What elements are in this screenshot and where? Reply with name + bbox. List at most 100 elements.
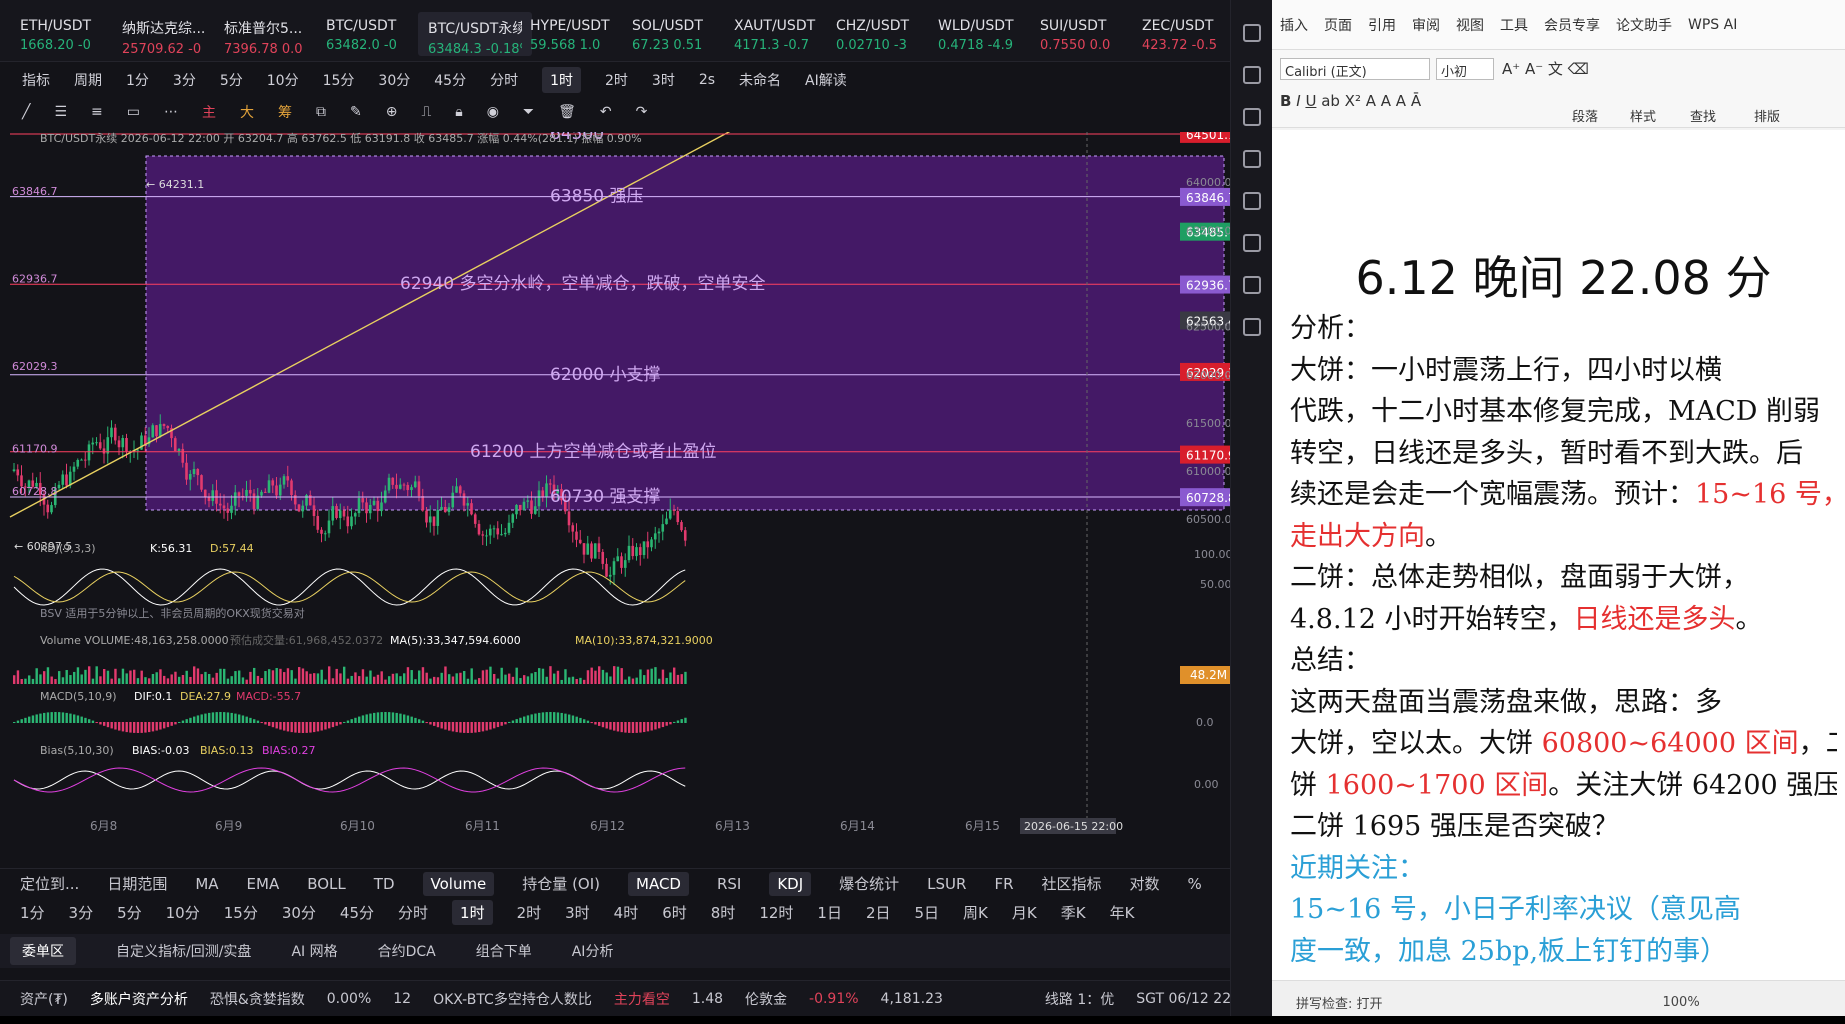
tab-item[interactable]: 2日 <box>866 902 891 923</box>
swap-icon[interactable] <box>1242 318 1261 336</box>
tab-item[interactable]: 季K <box>1061 902 1086 923</box>
toolbar-item[interactable]: 2时 <box>605 70 628 90</box>
rect-tool-icon[interactable]: ▭ <box>127 104 140 120</box>
ticker-8[interactable]: CHZ/USDT 0.02710 -3 <box>826 12 940 56</box>
tab-item[interactable]: 10分 <box>166 902 200 923</box>
tab-item[interactable]: 委单区 <box>10 937 76 965</box>
tab-item[interactable]: 8时 <box>711 902 736 923</box>
wps-menu-item[interactable]: 页面 <box>1324 15 1352 35</box>
ticker-10[interactable]: SUI/USDT 0.7550 0.0 <box>1030 12 1144 56</box>
ticker-0[interactable]: ETH/USDT 1668.20 -0 <box>10 12 124 56</box>
filter-icon[interactable]: ⏷ <box>523 104 534 120</box>
font-select[interactable]: Calibri (正文) <box>1280 58 1430 80</box>
tab-item[interactable]: 12时 <box>759 902 793 923</box>
format-tools[interactable]: B I U ab X² A A A Ā <box>1280 92 1421 110</box>
ticker-11[interactable]: ZEC/USDT 423.72 -0.5 <box>1132 12 1246 56</box>
toolbar-item[interactable]: 45分 <box>434 70 466 90</box>
kline-chart[interactable]: 6450063850 强压62940 多空分水岭，空单减仓，跌破，空单安全620… <box>0 122 1248 862</box>
toolbar-item[interactable]: 1分 <box>126 70 149 90</box>
card-icon[interactable] <box>1242 234 1261 252</box>
tab-item[interactable]: 3时 <box>565 902 590 923</box>
robot-icon[interactable] <box>1242 276 1261 294</box>
tab-item[interactable]: KDJ <box>769 871 812 896</box>
magnet-icon[interactable]: ⊕ <box>386 104 398 120</box>
tab-item[interactable]: 4时 <box>614 902 639 923</box>
tab-item[interactable]: 3分 <box>69 902 94 923</box>
tab-item[interactable]: 日期范围 <box>107 873 167 894</box>
tab-item[interactable]: 2时 <box>517 902 542 923</box>
ticker-5[interactable]: HYPE/USDT 59.568 1.0 <box>520 12 634 56</box>
ticker-1[interactable]: 纳斯达克综... 25709.62 -0 <box>112 12 226 57</box>
wps-menu-item[interactable]: 视图 <box>1456 15 1484 35</box>
trash-icon[interactable]: 🗑︎ <box>558 104 576 120</box>
chip-tag[interactable]: 筹 <box>278 102 292 122</box>
tab-item[interactable]: 合约DCA <box>378 941 436 961</box>
toolbar-item[interactable]: 10分 <box>267 70 299 90</box>
toolbar-item[interactable]: 3分 <box>173 70 196 90</box>
ticker-3[interactable]: BTC/USDT 63482.0 -0 <box>316 12 430 56</box>
multi-account[interactable]: 多账户资产分析 <box>90 989 188 1009</box>
wps-menu-item[interactable]: 工具 <box>1500 15 1528 35</box>
tab-item[interactable]: 6时 <box>662 902 687 923</box>
tab-item[interactable]: AI 网格 <box>291 941 337 961</box>
tab-item[interactable]: 社区指标 <box>1042 873 1102 894</box>
tab-item[interactable]: TD <box>374 875 395 893</box>
tab-item[interactable]: 30分 <box>282 902 316 923</box>
channel-tool-icon[interactable]: ≡ <box>91 104 103 120</box>
asset-label[interactable]: 资产(₮) <box>20 989 68 1009</box>
tab-item[interactable]: % <box>1188 875 1202 893</box>
document-page[interactable]: 6.12 晚间 22.08 分 分析： 大饼：一小时震荡上行，四小时以横 代跌，十… <box>1272 130 1845 980</box>
toolbar-item[interactable]: 15分 <box>323 70 355 90</box>
tab-item[interactable]: 月K <box>1012 902 1037 923</box>
doc-icon[interactable] <box>1242 66 1261 84</box>
big-tag[interactable]: 大 <box>240 102 254 122</box>
wps-menu-item[interactable]: 审阅 <box>1412 15 1440 35</box>
chart-area[interactable]: 64500 63850 强压 62940 多空分水岭，空单减仓，跌破，空单安全 620… <box>0 122 1248 862</box>
tab-item[interactable]: 分时 <box>398 902 428 923</box>
pen-tool-icon[interactable]: ✎ <box>350 104 362 120</box>
style-label[interactable]: 样式 <box>1630 106 1656 125</box>
ticker-9[interactable]: WLD/USDT 0.4718 -4.9 <box>928 12 1042 56</box>
tab-item[interactable]: MA <box>195 875 218 893</box>
toolbar-item[interactable]: 3时 <box>652 70 675 90</box>
find-label[interactable]: 查找 <box>1690 106 1716 125</box>
line-status[interactable]: 线路 1：优 <box>1045 989 1114 1009</box>
hline-tool-icon[interactable]: ☰ <box>54 104 67 120</box>
tab-item[interactable]: BOLL <box>307 875 346 893</box>
tab-item[interactable]: 15分 <box>224 902 258 923</box>
toolbar-item[interactable]: 指标 <box>22 70 50 90</box>
tab-item[interactable]: EMA <box>247 875 280 893</box>
tab-item[interactable]: 1日 <box>817 902 842 923</box>
tab-item[interactable]: 自定义指标/回测/实盘 <box>116 941 251 961</box>
tab-item[interactable]: Volume <box>422 871 495 896</box>
wallet-icon[interactable] <box>1242 108 1261 126</box>
monitor-icon[interactable] <box>1242 192 1261 210</box>
tab-item[interactable]: FR <box>994 875 1013 893</box>
wps-menu-item[interactable]: 会员专享 <box>1544 15 1600 35</box>
tab-item[interactable]: 5分 <box>117 902 142 923</box>
chart-icon[interactable] <box>1242 150 1261 168</box>
toolbar-item[interactable]: 1时 <box>542 67 581 93</box>
ticker-6[interactable]: SOL/USDT 67.23 0.51 <box>622 12 736 56</box>
list-icon[interactable] <box>1242 24 1261 42</box>
tab-item[interactable]: 组合下单 <box>476 941 532 961</box>
tab-item[interactable]: 1分 <box>20 902 45 923</box>
toolbar-item[interactable]: 2s <box>699 72 715 88</box>
tab-item[interactable]: AI分析 <box>572 941 614 961</box>
tab-item[interactable]: 持仓量 (OI) <box>522 873 600 894</box>
ruler-icon[interactable]: ⎍ <box>421 104 431 120</box>
layout-label[interactable]: 排版 <box>1754 106 1780 125</box>
spellcheck-status[interactable]: 拼写检查: 打开 <box>1296 993 1383 1012</box>
tab-item[interactable]: 对数 <box>1130 873 1160 894</box>
wps-menu-item[interactable]: 论文助手 <box>1616 15 1672 35</box>
tab-item[interactable]: 定位到... <box>20 873 79 894</box>
wps-menu-item[interactable]: WPS AI <box>1688 17 1737 33</box>
toolbar-item[interactable]: 5分 <box>220 70 243 90</box>
redo-icon[interactable]: ↷ <box>636 104 648 120</box>
tab-item[interactable]: 5日 <box>915 902 940 923</box>
ticker-4[interactable]: BTC/USDT永续 63484.3 -0.18% <box>418 12 532 57</box>
tab-item[interactable]: RSI <box>717 875 741 893</box>
tab-item[interactable]: 1时 <box>452 899 493 925</box>
line-tool-icon[interactable]: ╱ <box>22 104 30 120</box>
main-tag[interactable]: 主 <box>202 102 216 122</box>
